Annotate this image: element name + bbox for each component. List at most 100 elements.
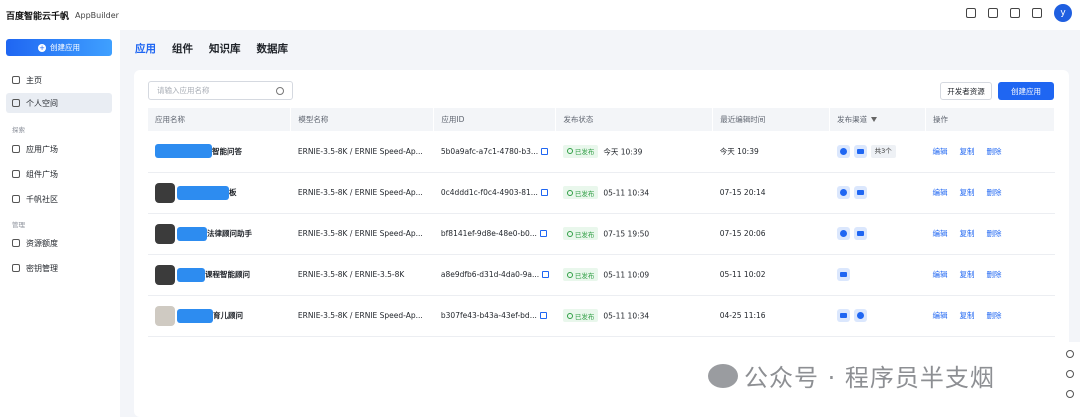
apps-grid-icon[interactable] (988, 8, 998, 18)
chat-channel-icon[interactable] (853, 186, 867, 199)
delete-link[interactable]: 删除 (987, 147, 1002, 156)
delete-link[interactable]: 删除 (987, 229, 1002, 238)
tab-knowledge-base[interactable]: 知识库 (209, 41, 241, 56)
copy-icon[interactable] (541, 147, 549, 155)
delete-link[interactable]: 删除 (987, 188, 1002, 197)
copy-link[interactable]: 复制 (960, 229, 975, 238)
status-badge: 已发布 (562, 144, 599, 158)
col-model-name: 模型名称 (290, 108, 435, 131)
plus-icon: + (38, 43, 46, 52)
table-row[interactable]: 板 ERNIE-3.5-8K / ERNIE Speed-Ap... 0c4dd… (148, 172, 1055, 214)
community-icon (12, 195, 20, 203)
check-circle-icon (566, 271, 573, 278)
nav-group-manage: 管理 (12, 221, 25, 229)
delete-link[interactable]: 删除 (987, 270, 1002, 279)
help-icon[interactable] (1066, 370, 1074, 378)
sidebar-item-component-plaza[interactable]: 组件广场 (6, 164, 112, 184)
sidebar-item-label: 应用广场 (26, 144, 58, 154)
copy-icon[interactable] (539, 230, 547, 237)
publish-time: 05-11 10:34 (603, 188, 650, 198)
publish-time: 05-11 10:34 (603, 311, 650, 321)
filter-icon[interactable] (871, 117, 878, 122)
chat-channel-icon[interactable] (836, 309, 850, 322)
app-name[interactable]: 智能问答 (212, 146, 242, 157)
sidebar-item-quota[interactable]: 资源额度 (6, 233, 112, 253)
chat-channel-icon[interactable] (853, 144, 867, 158)
model-name: ERNIE-3.5-8K / ERNIE-3.5-8K (290, 254, 434, 296)
sidebar-item-label: 密钥管理 (26, 263, 58, 273)
watermark: 公众号 · 程序员半支烟 (708, 358, 995, 393)
app-name[interactable]: 课程智能顾问 (205, 269, 250, 280)
web-channel-icon[interactable] (836, 227, 850, 240)
edit-link[interactable]: 编辑 (933, 188, 948, 197)
sidebar-item-home[interactable]: 主页 (6, 70, 112, 90)
create-app-button-main[interactable]: 创建应用 (998, 82, 1054, 100)
sidebar-item-label: 千帆社区 (26, 194, 58, 204)
copy-icon[interactable] (539, 312, 547, 319)
sidebar-item-label: 个人空间 (26, 98, 58, 108)
delete-link[interactable]: 删除 (987, 311, 1002, 320)
copy-link[interactable]: 复制 (960, 147, 975, 156)
brand-logo[interactable]: 百度智能云千帆 (6, 9, 69, 22)
col-publish-status: 发布状态 (555, 108, 714, 131)
book-icon[interactable] (1010, 8, 1020, 18)
channel-count-badge[interactable]: 共3个 (870, 144, 896, 158)
create-app-button[interactable]: + 创建应用 (6, 39, 112, 56)
table-row[interactable]: 育儿顾问 ERNIE-3.5-8K / ERNIE Speed-Ap... b3… (148, 295, 1055, 337)
app-id: 0c4ddd1c-f0c4-4903-81... (440, 188, 538, 197)
search-input[interactable]: 请输入应用名称 (148, 81, 293, 100)
col-channels[interactable]: 发布渠道 (829, 108, 927, 131)
status-badge: 已发布 (562, 186, 599, 199)
web-channel-icon[interactable] (836, 144, 850, 158)
sidebar-item-keys[interactable]: 密钥管理 (6, 258, 112, 278)
publish-time: 今天 10:39 (603, 147, 643, 157)
tab-database[interactable]: 数据库 (257, 41, 289, 56)
chat-channel-icon[interactable] (853, 227, 867, 240)
avatar[interactable]: y (1054, 4, 1072, 22)
copy-link[interactable]: 复制 (960, 311, 975, 320)
col-app-id: 应用ID (433, 108, 557, 131)
status-label: 已发布 (574, 230, 595, 239)
model-name: ERNIE-3.5-8K / ERNIE Speed-Ap... (290, 172, 434, 214)
status-badge: 已发布 (562, 309, 599, 322)
table-row[interactable]: 法律顾问助手 ERNIE-3.5-8K / ERNIE Speed-Ap... … (148, 213, 1055, 255)
web-channel-icon[interactable] (836, 186, 850, 199)
app-name[interactable]: 法律顾问助手 (207, 228, 252, 239)
tab-apps[interactable]: 应用 (135, 41, 156, 56)
table-row[interactable]: 智能问答 ERNIE-3.5-8K / ERNIE Speed-Ap... 5b… (148, 131, 1055, 173)
edit-link[interactable]: 编辑 (933, 311, 948, 320)
col-last-edited: 最近编辑时间 (712, 108, 831, 131)
redacted-name (155, 144, 212, 159)
status-label: 已发布 (574, 189, 595, 198)
watermark-text: 公众号 · 程序员半支烟 (744, 364, 995, 392)
sidebar-item-app-plaza[interactable]: 应用广场 (6, 139, 112, 159)
api-channel-icon[interactable] (853, 309, 867, 322)
phone-icon[interactable] (1066, 390, 1074, 398)
feedback-icon[interactable] (1066, 350, 1074, 358)
app-name[interactable]: 板 (229, 187, 237, 198)
product-name: AppBuilder (75, 10, 119, 20)
developer-resources-button[interactable]: 开发者资源 (940, 82, 992, 100)
message-icon[interactable] (1032, 8, 1042, 18)
sidebar-item-community[interactable]: 千帆社区 (6, 189, 112, 209)
sidebar: + 创建应用 主页 个人空间 探索 应用广场 组件广场 千帆社区 管理 资源额度… (0, 30, 120, 417)
check-circle-icon (566, 189, 573, 196)
chat-channel-icon[interactable] (836, 268, 850, 281)
status-label: 已发布 (574, 312, 595, 321)
tab-components[interactable]: 组件 (172, 41, 193, 56)
edit-link[interactable]: 编辑 (933, 229, 948, 238)
edit-link[interactable]: 编辑 (933, 270, 948, 279)
copy-link[interactable]: 复制 (960, 188, 975, 197)
folder-icon[interactable] (966, 8, 976, 18)
model-name: ERNIE-3.5-8K / ERNIE Speed-Ap... (290, 295, 434, 337)
app-id: 5b0a9afc-a7c1-4780-b3... (440, 146, 539, 156)
app-name[interactable]: 育儿顾问 (213, 310, 243, 321)
model-name: ERNIE-3.5-8K / ERNIE Speed-Ap... (290, 213, 434, 255)
sidebar-item-personal-space[interactable]: 个人空间 (6, 93, 112, 113)
copy-link[interactable]: 复制 (960, 270, 975, 279)
table-row[interactable]: 课程智能顾问 ERNIE-3.5-8K / ERNIE-3.5-8K a8e9d… (148, 254, 1055, 296)
last-edited: 今天 10:39 (712, 131, 830, 173)
copy-icon[interactable] (542, 271, 550, 278)
edit-link[interactable]: 编辑 (933, 147, 948, 156)
copy-icon[interactable] (540, 189, 548, 196)
